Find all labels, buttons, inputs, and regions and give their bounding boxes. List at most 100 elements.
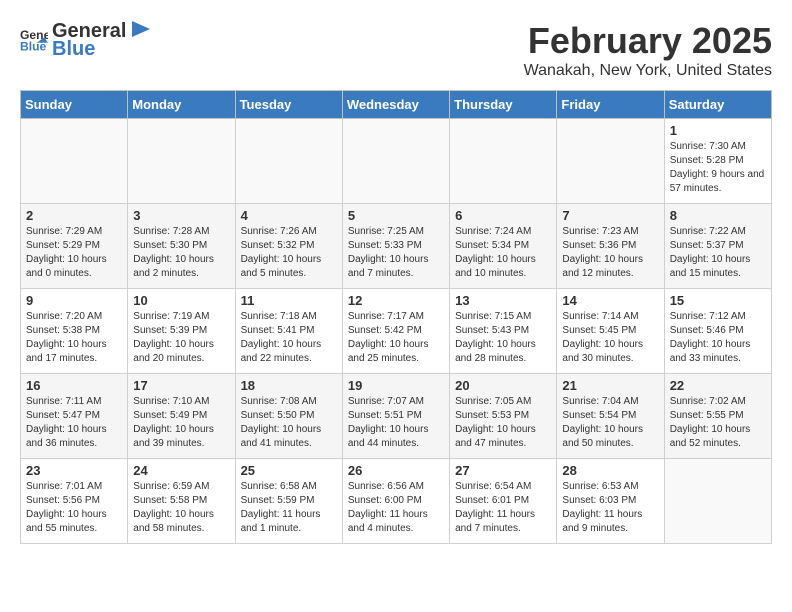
calendar-cell (664, 459, 771, 544)
calendar-cell (342, 119, 449, 204)
calendar-cell: 10 Sunrise: 7:19 AM Sunset: 5:39 PM Dayli… (128, 289, 235, 374)
day-number: 25 (241, 463, 337, 478)
header-saturday: Saturday (664, 91, 771, 119)
logo: General Blue General Blue (20, 20, 150, 60)
day-info: Sunrise: 7:22 AM Sunset: 5:37 PM Dayligh… (670, 225, 766, 281)
header-monday: Monday (128, 91, 235, 119)
day-info: Sunrise: 7:23 AM Sunset: 5:36 PM Dayligh… (562, 225, 658, 281)
calendar-cell: 21Sunrise: 7:04 AM Sunset: 5:54 PM Dayli… (557, 374, 664, 459)
day-info: Sunrise: 6:56 AM Sunset: 6:00 PM Dayligh… (348, 480, 444, 536)
day-info: Sunrise: 7:28 AM Sunset: 5:30 PM Dayligh… (133, 225, 229, 281)
logo-chevron-icon (128, 21, 150, 41)
day-number: 3 (133, 208, 229, 223)
header-friday: Friday (557, 91, 664, 119)
header-thursday: Thursday (450, 91, 557, 119)
header-tuesday: Tuesday (235, 91, 342, 119)
calendar-cell: 11 Sunrise: 7:18 AM Sunset: 5:41 PM Dayli… (235, 289, 342, 374)
calendar-week-1: 1 Sunrise: 7:30 AM Sunset: 5:28 PM Daylig… (21, 119, 772, 204)
day-info: Sunrise: 7:01 AM Sunset: 5:56 PM Dayligh… (26, 480, 122, 536)
day-info: Sunrise: 7:17 AM Sunset: 5:42 PM Dayligh… (348, 310, 444, 366)
day-info: Sunrise: 6:59 AM Sunset: 5:58 PM Dayligh… (133, 480, 229, 536)
logo-icon: General Blue (20, 26, 48, 54)
day-number: 13 (455, 293, 551, 308)
day-info: Sunrise: 7:12 AM Sunset: 5:46 PM Dayligh… (670, 310, 766, 366)
day-number: 28 (562, 463, 658, 478)
day-info: Sunrise: 7:04 AM Sunset: 5:54 PM Dayligh… (562, 395, 658, 451)
day-info: Sunrise: 6:54 AM Sunset: 6:01 PM Dayligh… (455, 480, 551, 536)
day-info: Sunrise: 7:11 AM Sunset: 5:47 PM Dayligh… (26, 395, 122, 451)
day-info: Sunrise: 7:18 AM Sunset: 5:41 PM Dayligh… (241, 310, 337, 366)
day-info: Sunrise: 7:05 AM Sunset: 5:53 PM Dayligh… (455, 395, 551, 451)
day-info: Sunrise: 7:15 AM Sunset: 5:43 PM Dayligh… (455, 310, 551, 366)
calendar-cell: 8 Sunrise: 7:22 AM Sunset: 5:37 PM Daylig… (664, 204, 771, 289)
calendar-cell: 25Sunrise: 6:58 AM Sunset: 5:59 PM Dayli… (235, 459, 342, 544)
calendar-cell: 12Sunrise: 7:17 AM Sunset: 5:42 PM Dayli… (342, 289, 449, 374)
calendar-cell: 5Sunrise: 7:25 AM Sunset: 5:33 PM Daylig… (342, 204, 449, 289)
calendar-title: February 2025 (524, 20, 772, 62)
day-info: Sunrise: 7:20 AM Sunset: 5:38 PM Dayligh… (26, 310, 122, 366)
calendar-cell (450, 119, 557, 204)
calendar-cell: 27Sunrise: 6:54 AM Sunset: 6:01 PM Dayli… (450, 459, 557, 544)
calendar-cell: 7 Sunrise: 7:23 AM Sunset: 5:36 PM Daylig… (557, 204, 664, 289)
day-number: 1 (670, 123, 766, 138)
calendar-cell: 18Sunrise: 7:08 AM Sunset: 5:50 PM Dayli… (235, 374, 342, 459)
day-info: Sunrise: 7:26 AM Sunset: 5:32 PM Dayligh… (241, 225, 337, 281)
calendar-subtitle: Wanakah, New York, United States (524, 62, 772, 80)
day-number: 19 (348, 378, 444, 393)
calendar-cell: 26Sunrise: 6:56 AM Sunset: 6:00 PM Dayli… (342, 459, 449, 544)
day-number: 22 (670, 378, 766, 393)
header: General Blue General Blue February 2025 … (20, 20, 772, 80)
calendar-cell: 28 Sunrise: 6:53 AM Sunset: 6:03 PM Dayli… (557, 459, 664, 544)
day-info: Sunrise: 6:53 AM Sunset: 6:03 PM Dayligh… (562, 480, 658, 536)
day-number: 7 (562, 208, 658, 223)
day-info: Sunrise: 7:02 AM Sunset: 5:55 PM Dayligh… (670, 395, 766, 451)
title-section: February 2025 Wanakah, New York, United … (524, 20, 772, 80)
day-info: Sunrise: 7:30 AM Sunset: 5:28 PM Dayligh… (670, 140, 766, 196)
day-number: 15 (670, 293, 766, 308)
calendar-cell: 17 Sunrise: 7:10 AM Sunset: 5:49 PM Dayli… (128, 374, 235, 459)
calendar-cell: 13 Sunrise: 7:15 AM Sunset: 5:43 PM Dayli… (450, 289, 557, 374)
calendar-cell: 19 Sunrise: 7:07 AM Sunset: 5:51 PM Dayli… (342, 374, 449, 459)
header-sunday: Sunday (21, 91, 128, 119)
calendar-cell (557, 119, 664, 204)
day-number: 10 (133, 293, 229, 308)
calendar-week-2: 2 Sunrise: 7:29 AM Sunset: 5:29 PM Daylig… (21, 204, 772, 289)
day-number: 24 (133, 463, 229, 478)
day-info: Sunrise: 7:08 AM Sunset: 5:50 PM Dayligh… (241, 395, 337, 451)
day-number: 23 (26, 463, 122, 478)
day-info: Sunrise: 7:10 AM Sunset: 5:49 PM Dayligh… (133, 395, 229, 451)
day-number: 2 (26, 208, 122, 223)
day-number: 20 (455, 378, 551, 393)
calendar-cell: 3 Sunrise: 7:28 AM Sunset: 5:30 PM Daylig… (128, 204, 235, 289)
day-info: Sunrise: 7:14 AM Sunset: 5:45 PM Dayligh… (562, 310, 658, 366)
calendar-cell: 2 Sunrise: 7:29 AM Sunset: 5:29 PM Daylig… (21, 204, 128, 289)
calendar-cell: 4 Sunrise: 7:26 AM Sunset: 5:32 PM Daylig… (235, 204, 342, 289)
day-info: Sunrise: 7:19 AM Sunset: 5:39 PM Dayligh… (133, 310, 229, 366)
calendar-cell (128, 119, 235, 204)
calendar-cell: 24 Sunrise: 6:59 AM Sunset: 5:58 PM Dayli… (128, 459, 235, 544)
day-number: 8 (670, 208, 766, 223)
day-number: 17 (133, 378, 229, 393)
day-info: Sunrise: 7:24 AM Sunset: 5:34 PM Dayligh… (455, 225, 551, 281)
calendar-cell: 6Sunrise: 7:24 AM Sunset: 5:34 PM Daylig… (450, 204, 557, 289)
svg-text:Blue: Blue (20, 39, 47, 53)
day-number: 4 (241, 208, 337, 223)
day-number: 11 (241, 293, 337, 308)
header-wednesday: Wednesday (342, 91, 449, 119)
calendar-cell (235, 119, 342, 204)
day-info: Sunrise: 7:25 AM Sunset: 5:33 PM Dayligh… (348, 225, 444, 281)
calendar-cell: 23 Sunrise: 7:01 AM Sunset: 5:56 PM Dayli… (21, 459, 128, 544)
calendar-week-5: 23 Sunrise: 7:01 AM Sunset: 5:56 PM Dayli… (21, 459, 772, 544)
day-number: 14 (562, 293, 658, 308)
calendar-table: SundayMondayTuesdayWednesdayThursdayFrid… (20, 90, 772, 544)
day-info: Sunrise: 7:07 AM Sunset: 5:51 PM Dayligh… (348, 395, 444, 451)
day-number: 16 (26, 378, 122, 393)
day-number: 9 (26, 293, 122, 308)
day-info: Sunrise: 7:29 AM Sunset: 5:29 PM Dayligh… (26, 225, 122, 281)
calendar-cell: 9 Sunrise: 7:20 AM Sunset: 5:38 PM Daylig… (21, 289, 128, 374)
calendar-week-4: 16 Sunrise: 7:11 AM Sunset: 5:47 PM Dayli… (21, 374, 772, 459)
calendar-cell: 22 Sunrise: 7:02 AM Sunset: 5:55 PM Dayli… (664, 374, 771, 459)
calendar-cell: 1 Sunrise: 7:30 AM Sunset: 5:28 PM Daylig… (664, 119, 771, 204)
calendar-cell: 15 Sunrise: 7:12 AM Sunset: 5:46 PM Dayli… (664, 289, 771, 374)
calendar-week-3: 9 Sunrise: 7:20 AM Sunset: 5:38 PM Daylig… (21, 289, 772, 374)
